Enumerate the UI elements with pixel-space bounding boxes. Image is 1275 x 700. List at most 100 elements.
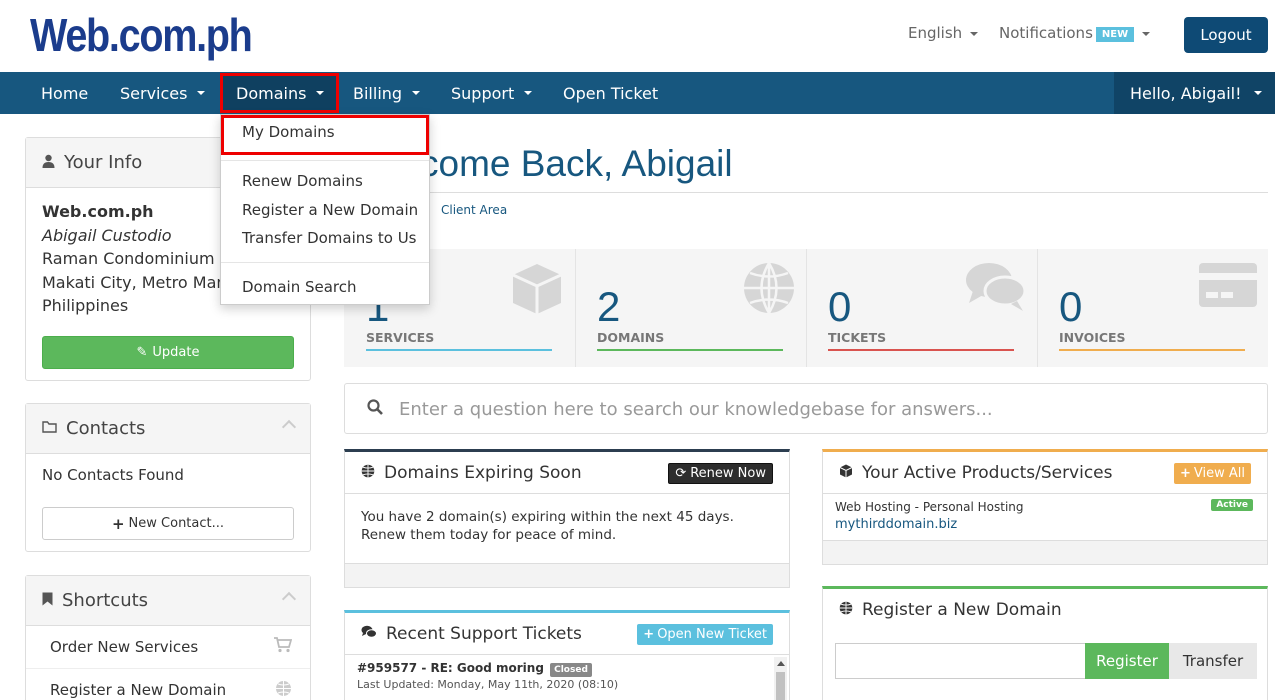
no-contacts-text: No Contacts Found [42, 466, 184, 484]
menu-divider [221, 160, 429, 161]
notifications-dropdown[interactable]: Notifications NEW [999, 24, 1151, 42]
nav-support-label: Support [451, 83, 515, 103]
card-footer [823, 540, 1267, 564]
active-products-card: Your Active Products/Services + View All… [822, 449, 1268, 565]
ticket-scrollbar[interactable] [774, 657, 787, 700]
new-badge: NEW [1095, 27, 1135, 42]
update-button[interactable]: ✎ Update [42, 336, 294, 369]
register-domain-card: Register a New Domain Register Transfer [822, 586, 1268, 700]
nav-domains-label: Domains [236, 83, 307, 103]
plus-icon: + [111, 514, 125, 533]
open-new-ticket-button[interactable]: + Open New Ticket [637, 624, 773, 645]
invoices-underline [1059, 349, 1245, 351]
menu-renew-domains[interactable]: Renew Domains [242, 172, 363, 190]
services-label: SERVICES [366, 330, 435, 345]
open-new-ticket-label: Open New Ticket [657, 627, 767, 642]
product-name: Web Hosting - Personal Hosting [835, 500, 1024, 514]
language-dropdown[interactable]: English [908, 24, 979, 42]
breadcrumb[interactable]: Client Area [441, 203, 507, 217]
invoices-count: 0 [1059, 283, 1083, 330]
caret-down-icon [524, 91, 533, 95]
menu-transfer-domains[interactable]: Transfer Domains to Us [242, 229, 417, 247]
view-all-button[interactable]: + View All [1173, 463, 1251, 484]
bookmark-icon [42, 592, 53, 610]
nav-services-label: Services [120, 83, 188, 103]
shortcut-register-domain[interactable]: Register a New Domain [26, 669, 310, 700]
transfer-button[interactable]: Transfer [1169, 643, 1257, 679]
comments-icon [965, 261, 1027, 326]
language-label: English [908, 24, 963, 42]
shortcut-label: Register a New Domain [50, 681, 227, 699]
domain-search-input[interactable] [835, 643, 1085, 679]
domains-expiring-title: Domains Expiring Soon [384, 462, 582, 483]
active-products-title: Your Active Products/Services [862, 462, 1113, 483]
caret-down-icon [970, 31, 979, 36]
contacts-header[interactable]: Contacts [26, 404, 310, 454]
main-navbar: Home Services Domains Billing Support Op… [0, 72, 1275, 114]
nav-home-label: Home [41, 83, 89, 103]
tickets-underline [828, 349, 1014, 351]
renew-now-label: Renew Now [690, 466, 766, 481]
menu-register-domain[interactable]: Register a New Domain [242, 201, 418, 219]
caret-down-icon [197, 91, 206, 95]
nav-domains[interactable]: Domains [220, 73, 340, 113]
scrollbar-thumb[interactable] [776, 672, 785, 700]
kb-search-input[interactable] [399, 394, 1249, 424]
services-underline [366, 349, 552, 351]
register-button[interactable]: Register [1085, 643, 1169, 679]
new-contact-button[interactable]: + New Contact... [42, 507, 294, 540]
plus-icon: + [1179, 466, 1191, 481]
shortcuts-title: Shortcuts [62, 590, 149, 611]
domains-count: 2 [597, 283, 621, 330]
site-header: Web.com.ph English Notifications NEW Logo… [0, 0, 1275, 72]
product-domain-link[interactable]: mythirddomain.biz [835, 517, 1255, 532]
ticket-title: #959577 - RE: Good moring Closed [357, 661, 777, 677]
nav-services[interactable]: Services [120, 72, 206, 114]
recent-tickets-header: Recent Support Tickets + Open New Ticket [345, 613, 789, 655]
nav-open-ticket[interactable]: Open Ticket [563, 72, 658, 114]
new-contact-label: New Contact... [128, 516, 225, 531]
user-icon [42, 154, 55, 172]
tile-domains[interactable]: 2 DOMAINS [575, 249, 806, 367]
domains-expiring-card: Domains Expiring Soon ⟳ Renew Now You ha… [344, 449, 790, 588]
renew-now-button[interactable]: ⟳ Renew Now [668, 463, 773, 484]
site-logo[interactable]: Web.com.ph [30, 8, 253, 62]
menu-domain-search[interactable]: Domain Search [242, 278, 357, 296]
scroll-up-arrow-icon[interactable] [776, 661, 785, 666]
shortcuts-header[interactable]: Shortcuts [26, 576, 310, 626]
contacts-panel: Contacts No Contacts Found + New Contact… [25, 403, 311, 552]
chevron-up-icon[interactable] [281, 419, 297, 435]
nav-billing[interactable]: Billing [353, 72, 421, 114]
comments-icon [361, 625, 377, 643]
shortcut-order-new-services[interactable]: Order New Services [26, 626, 310, 669]
nav-support[interactable]: Support [451, 72, 533, 114]
caret-down-icon [316, 91, 325, 95]
stat-tiles: 1 SERVICES 2 DOMAINS 0 TICKETS 0 INVOICE… [344, 249, 1268, 367]
globe-icon [275, 680, 292, 700]
ticket-row[interactable]: #959577 - RE: Good moring Closed Last Up… [345, 655, 789, 697]
my-domains-highlight-box [221, 115, 429, 155]
refresh-icon: ⟳ [675, 466, 687, 481]
product-row[interactable]: Web Hosting - Personal Hosting mythirddo… [823, 494, 1267, 540]
ticket-status-badge: Closed [550, 663, 592, 677]
ticket-subject: #959577 - RE: Good moring [357, 661, 544, 675]
tickets-label: TICKETS [828, 330, 887, 345]
tile-tickets[interactable]: 0 TICKETS [806, 249, 1037, 367]
tile-invoices[interactable]: 0 INVOICES [1037, 249, 1268, 367]
pencil-icon: ✎ [136, 345, 148, 360]
shortcut-label: Order New Services [50, 638, 199, 656]
register-domain-header: Register a New Domain [823, 589, 1267, 631]
chevron-up-icon[interactable] [281, 591, 297, 607]
nav-open-ticket-label: Open Ticket [563, 83, 659, 103]
menu-divider [221, 262, 429, 263]
page-title: come Back, Abigail [420, 143, 733, 184]
contacts-title: Contacts [66, 418, 146, 439]
recent-tickets-card: Recent Support Tickets + Open New Ticket… [344, 610, 790, 700]
nav-billing-label: Billing [353, 83, 403, 103]
nav-home[interactable]: Home [41, 72, 88, 114]
logout-button[interactable]: Logout [1184, 17, 1268, 53]
tickets-count: 0 [828, 283, 852, 330]
shopping-cart-icon [274, 637, 293, 657]
user-menu[interactable]: Hello, Abigail! [1114, 72, 1275, 114]
search-icon [367, 399, 383, 419]
